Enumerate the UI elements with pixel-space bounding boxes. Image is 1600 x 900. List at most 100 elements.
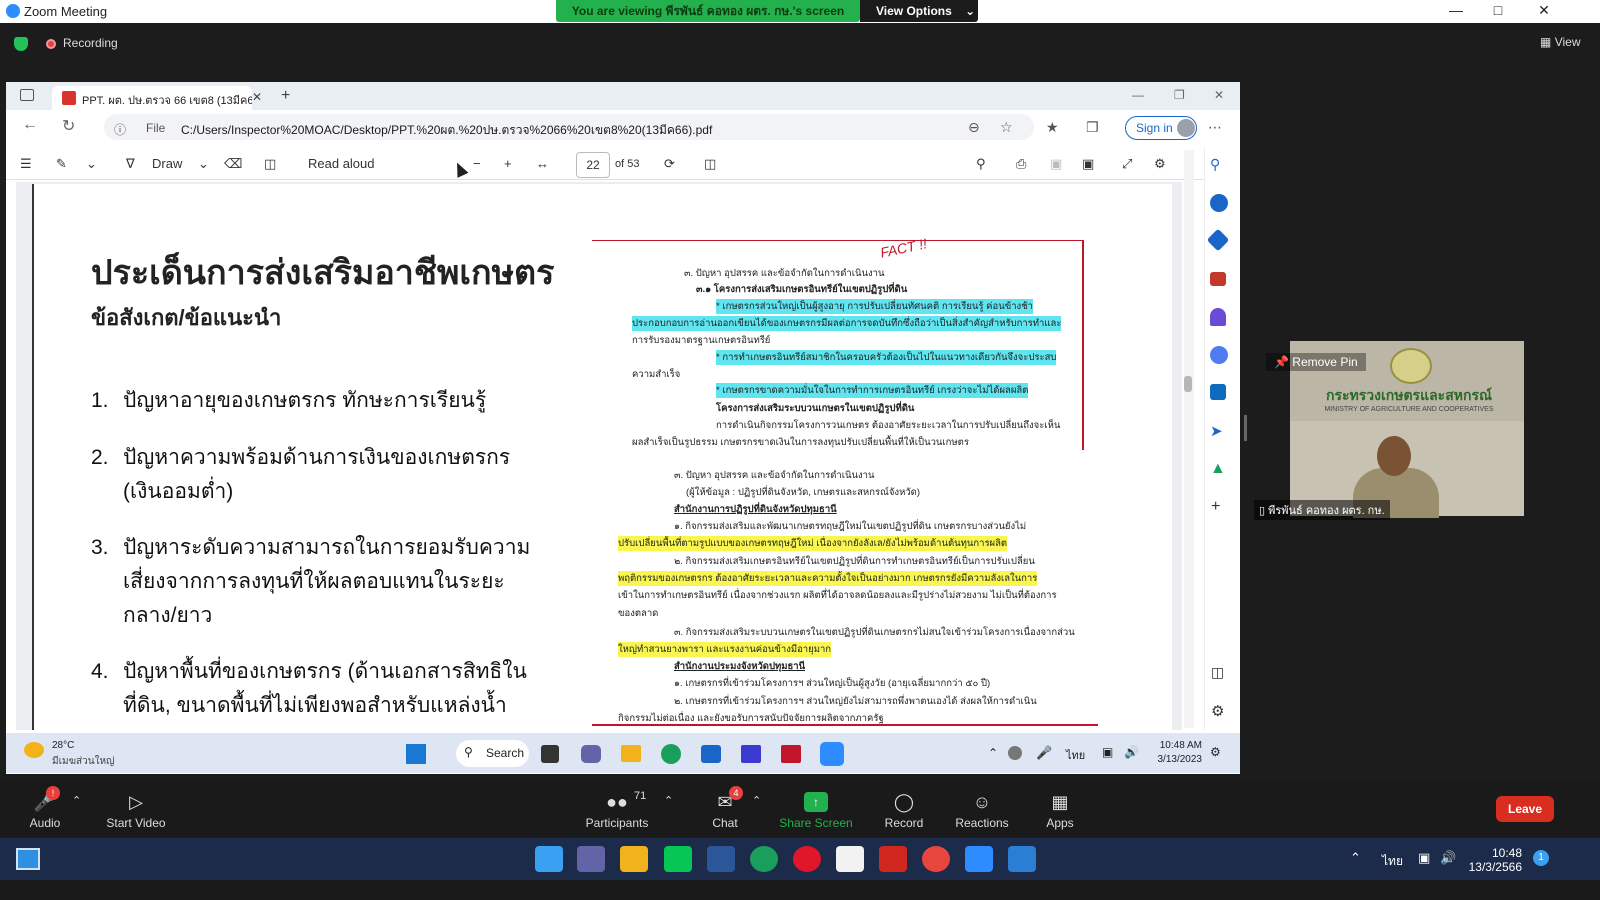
tab-close-icon[interactable]: ✕	[252, 90, 262, 104]
language-indicator[interactable]: ไทย	[1066, 746, 1085, 764]
fullscreen-icon[interactable]: ⤢	[1122, 156, 1132, 172]
info-icon[interactable]: ⓘ	[114, 121, 126, 138]
contents-icon[interactable]: ☰	[20, 156, 32, 172]
save-icon[interactable]: ▣	[1050, 156, 1062, 172]
word-icon[interactable]	[707, 846, 735, 872]
chevron-down-icon[interactable]: ⌄	[198, 156, 209, 172]
network-icon[interactable]: ▣	[1418, 850, 1430, 866]
browser-tab[interactable]: PPT. ผต. ปษ.ตรวจ 66 เขต8 (13มีค6	[52, 86, 252, 110]
chrome-icon[interactable]	[922, 846, 950, 872]
tray-icon[interactable]	[1008, 746, 1022, 760]
search-icon[interactable]: ⚲	[1210, 156, 1220, 173]
file-explorer-icon[interactable]	[620, 846, 648, 872]
zoom-app-icon[interactable]	[965, 846, 993, 872]
sidebar-settings-icon[interactable]: ⚙	[1211, 702, 1224, 720]
bing-icon[interactable]	[1210, 194, 1228, 212]
record-button[interactable]: ◯ Record	[864, 792, 944, 830]
text-box-icon[interactable]: ◫	[264, 156, 276, 172]
volume-icon[interactable]: 🔊	[1124, 745, 1139, 759]
browser-minimize-button[interactable]: —	[1132, 88, 1144, 102]
document-icon[interactable]	[836, 846, 864, 872]
teams-icon[interactable]	[581, 745, 601, 763]
draw-label[interactable]: Draw	[152, 156, 182, 171]
highlight-icon[interactable]: ✎	[56, 156, 67, 172]
page-view-icon[interactable]: ◫	[704, 156, 716, 172]
favorite-add-icon[interactable]: ☆	[1000, 119, 1013, 136]
tree-icon[interactable]: ▲	[1210, 460, 1226, 478]
hide-sidebar-icon[interactable]: ◫	[1211, 664, 1224, 681]
browser-restore-button[interactable]: ❐	[1174, 88, 1185, 102]
chevron-up-icon[interactable]: ⌃	[664, 794, 673, 807]
edge-icon[interactable]	[750, 846, 778, 872]
eraser-icon[interactable]: ⌫	[224, 156, 242, 172]
close-button[interactable]: ✕	[1524, 2, 1564, 19]
print-icon[interactable]: ⎙	[1016, 156, 1026, 172]
favorites-icon[interactable]: ★	[1046, 119, 1059, 136]
app-icon[interactable]	[741, 745, 761, 763]
back-icon[interactable]: ←	[22, 116, 38, 134]
save-as-icon[interactable]: ▣	[1082, 156, 1094, 172]
store-icon[interactable]	[701, 745, 721, 763]
edge-icon[interactable]	[661, 744, 681, 764]
photos-icon[interactable]	[1008, 846, 1036, 872]
start-video-button[interactable]: ▷ Start Video	[96, 792, 176, 830]
search-icon[interactable]: ⚲	[976, 156, 986, 172]
microphone-icon[interactable]: 🎤	[1036, 745, 1052, 761]
taskbar-clock[interactable]: 10:48 AM 3/13/2023	[1150, 739, 1203, 767]
notification-icon[interactable]: ⚙	[1210, 745, 1221, 759]
windows-start-icon[interactable]	[535, 846, 563, 872]
chevron-up-icon[interactable]: ⌃	[1350, 850, 1361, 866]
avatar[interactable]	[1177, 119, 1195, 137]
scroll-thumb[interactable]	[1184, 376, 1192, 392]
outlook-icon[interactable]	[1210, 384, 1226, 400]
new-tab-button[interactable]: +	[281, 87, 290, 105]
task-view-icon[interactable]	[541, 745, 559, 763]
taskbar-clock[interactable]: 10:48 13/3/2566	[1462, 846, 1522, 874]
maximize-button[interactable]: □	[1478, 2, 1518, 18]
read-aloud-button[interactable]: Read aloud	[308, 156, 375, 171]
mcafee-icon[interactable]	[781, 745, 801, 763]
file-explorer-icon[interactable]	[621, 745, 641, 762]
pdf-scrollbar[interactable]	[1184, 150, 1194, 728]
apps-button[interactable]: ▦ Apps	[1020, 792, 1100, 830]
zoom-app-icon[interactable]	[820, 742, 844, 766]
panel-resize-handle[interactable]	[1244, 415, 1247, 441]
remove-pin-button[interactable]: 📌 Remove Pin	[1266, 353, 1366, 371]
zoom-plus-icon[interactable]: +	[504, 156, 512, 171]
rotate-icon[interactable]: ⟳	[664, 156, 675, 172]
notification-icon[interactable]: 1	[1533, 850, 1549, 866]
microsoft365-icon[interactable]	[1210, 346, 1228, 364]
network-icon[interactable]: ▣	[1102, 745, 1113, 759]
view-button[interactable]: ▦ View	[1540, 35, 1580, 49]
add-sidebar-icon[interactable]: +	[1211, 498, 1220, 516]
volume-icon[interactable]: 🔊	[1440, 850, 1456, 866]
draw-icon[interactable]: ∇	[126, 156, 135, 172]
chevron-up-icon[interactable]: ⌃	[752, 794, 761, 807]
browser-close-button[interactable]: ✕	[1214, 88, 1224, 102]
reactions-button[interactable]: ☺ Reactions	[942, 792, 1022, 830]
tools-icon[interactable]	[1210, 272, 1226, 286]
refresh-icon[interactable]: ↻	[62, 116, 75, 136]
collections-icon[interactable]: ❐	[1086, 119, 1099, 136]
opera-icon[interactable]	[793, 846, 821, 872]
zoom-minus-icon[interactable]: −	[473, 156, 481, 171]
view-options-button[interactable]: View Options ⌄	[860, 0, 978, 22]
zoom-out-icon[interactable]: ⊖	[968, 119, 980, 136]
fit-page-icon[interactable]: ↔	[536, 156, 549, 171]
desktop-icon[interactable]	[16, 848, 40, 870]
leave-button[interactable]: Leave	[1496, 796, 1554, 822]
chevron-down-icon[interactable]: ⌄	[86, 156, 97, 172]
chevron-up-icon[interactable]: ⌃	[72, 794, 81, 807]
chevron-up-icon[interactable]: ⌃	[988, 746, 998, 760]
windows-start-icon[interactable]	[406, 744, 426, 764]
teams-icon[interactable]	[577, 846, 605, 872]
shield-icon[interactable]	[14, 37, 28, 51]
games-icon[interactable]	[1210, 308, 1226, 326]
more-icon[interactable]: ⋯	[1208, 119, 1222, 136]
acrobat-icon[interactable]	[879, 846, 907, 872]
send-icon[interactable]: ➤	[1210, 422, 1223, 440]
language-indicator[interactable]: ไทย	[1382, 852, 1403, 871]
settings-icon[interactable]: ⚙	[1154, 156, 1166, 172]
share-screen-button[interactable]: ↑ Share Screen	[776, 792, 856, 830]
line-app-icon[interactable]	[664, 846, 692, 872]
